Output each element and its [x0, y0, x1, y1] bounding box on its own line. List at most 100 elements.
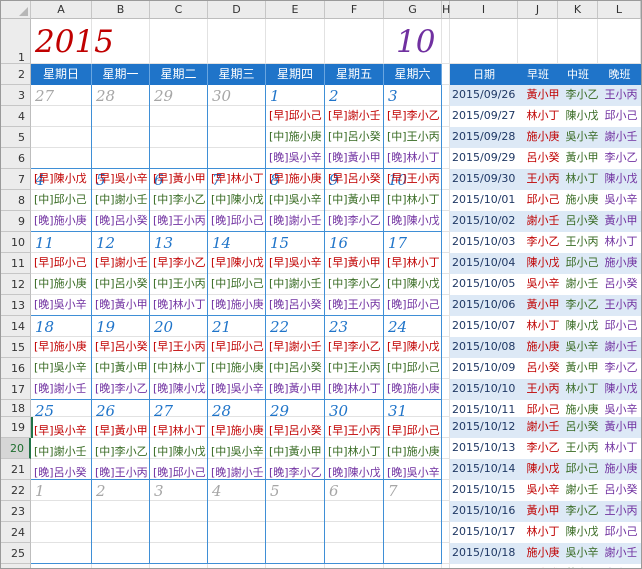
row-header-5[interactable]: 5 [1, 127, 31, 148]
roster-row[interactable]: 2015/09/26 黃小甲 李小乙 王小丙 [450, 85, 641, 106]
row-header-3[interactable]: 3 [1, 85, 31, 106]
calendar-day-cell[interactable]: 23 [早]李小乙 [中]王小丙 [晚]林小丁 [325, 316, 384, 400]
calendar-day-cell[interactable]: 2 [早]謝小壬 [中]呂小癸 [晚]黃小甲 [325, 85, 384, 169]
row-header-18[interactable]: 18 [1, 400, 31, 417]
roster-row[interactable]: 2015/10/18 施小庚 吳小辛 謝小壬 [450, 543, 641, 564]
calendar-day-cell[interactable]: 28 [92, 85, 150, 169]
roster-row[interactable]: 2015/09/29 呂小癸 黃小甲 李小乙 [450, 148, 641, 169]
calendar-day-cell[interactable]: 4 [早]陳小戊 [中]邱小己 [晚]施小庚 [31, 169, 92, 232]
calendar-day-cell[interactable]: 17 [早]林小丁 [中]陳小戊 [晚]邱小己 [384, 232, 442, 316]
roster-row[interactable]: 2015/10/03 李小乙 王小丙 林小丁 [450, 232, 641, 253]
calendar-day-cell[interactable]: 14 [早]陳小戊 [中]邱小己 [晚]施小庚 [208, 232, 266, 316]
column-header-e[interactable]: E [266, 1, 325, 19]
calendar-day-cell[interactable]: 24 [早]陳小戊 [中]邱小己 [晚]施小庚 [384, 316, 442, 400]
calendar-day-cell[interactable]: 9 [早]呂小癸 [中]黃小甲 [晚]李小乙 [325, 169, 384, 232]
roster-row[interactable]: 2015/09/30 王小丙 林小丁 陳小戊 [450, 169, 641, 190]
roster-row[interactable]: 2015/10/13 李小乙 王小丙 林小丁 [450, 438, 641, 459]
roster-row[interactable]: 2015/09/28 施小庚 吳小辛 謝小壬 [450, 127, 641, 148]
calendar-day-cell[interactable]: 28 [早]施小庚 [中]吳小辛 [晚]謝小壬 [208, 400, 266, 480]
row-header-6[interactable]: 6 [1, 148, 31, 169]
column-header-j[interactable]: J [518, 1, 558, 19]
row-header-19[interactable]: 19 [1, 417, 31, 438]
weekday-header[interactable]: 星期一 [92, 64, 150, 85]
column-header-d[interactable]: D [208, 1, 266, 19]
calendar-day-cell[interactable]: 10 [早]王小丙 [中]林小丁 [晚]陳小戊 [384, 169, 442, 232]
calendar-day-cell[interactable]: 7 [384, 480, 442, 564]
row-header-1[interactable]: 1 [1, 19, 31, 64]
calendar-day-cell[interactable]: 13 [早]李小乙 [中]王小丙 [晚]林小丁 [150, 232, 208, 316]
calendar-day-cell[interactable]: 31 [早]邱小己 [中]施小庚 [晚]吳小辛 [384, 400, 442, 480]
row-header-9[interactable]: 9 [1, 211, 31, 232]
weekday-header[interactable]: 星期四 [266, 64, 325, 85]
row-header-17[interactable]: 17 [1, 379, 31, 400]
calendar-day-cell[interactable]: 30 [208, 85, 266, 169]
roster-row[interactable]: 2015/10/05 吳小辛 謝小壬 呂小癸 [450, 274, 641, 295]
weekday-header[interactable]: 星期二 [150, 64, 208, 85]
row-header-13[interactable]: 13 [1, 295, 31, 316]
column-header-b[interactable]: B [92, 1, 150, 19]
row-header-23[interactable]: 23 [1, 501, 31, 522]
column-header-k[interactable]: K [558, 1, 598, 19]
calendar-day-cell[interactable]: 16 [早]黃小甲 [中]李小乙 [晚]王小丙 [325, 232, 384, 316]
row-header-26[interactable]: 26 [1, 564, 31, 568]
roster-row[interactable]: 2015/10/12 謝小壬 呂小癸 黃小甲 [450, 417, 641, 438]
calendar-day-cell[interactable]: 29 [150, 85, 208, 169]
row-header-14[interactable]: 14 [1, 316, 31, 337]
calendar-day-cell[interactable]: 18 [早]施小庚 [中]吳小辛 [晚]謝小壬 [31, 316, 92, 400]
calendar-day-cell[interactable]: 1 [早]邱小己 [中]施小庚 [晚]吳小辛 [266, 85, 325, 169]
weekday-header[interactable]: 星期五 [325, 64, 384, 85]
row-header-2[interactable]: 2 [1, 64, 31, 85]
calendar-day-cell[interactable]: 3 [150, 480, 208, 564]
row-header-24[interactable]: 24 [1, 522, 31, 543]
calendar-day-cell[interactable]: 27 [31, 85, 92, 169]
calendar-day-cell[interactable]: 20 [早]王小丙 [中]林小丁 [晚]陳小戊 [150, 316, 208, 400]
calendar-day-cell[interactable]: 21 [早]邱小己 [中]施小庚 [晚]吳小辛 [208, 316, 266, 400]
select-all-corner[interactable] [1, 1, 31, 19]
roster-row[interactable]: 2015/10/07 林小丁 陳小戊 邱小己 [450, 316, 641, 337]
calendar-day-cell[interactable]: 3 [早]李小乙 [中]王小丙 [晚]林小丁 [384, 85, 442, 169]
roster-header-morning[interactable]: 早班 [518, 64, 558, 85]
roster-row[interactable]: 2015/10/04 陳小戊 邱小己 施小庚 [450, 253, 641, 274]
row-header-21[interactable]: 21 [1, 459, 31, 480]
roster-row[interactable]: 2015/10/02 謝小壬 呂小癸 黃小甲 [450, 211, 641, 232]
calendar-day-cell[interactable]: 2 [92, 480, 150, 564]
row-header-4[interactable]: 4 [1, 106, 31, 127]
calendar-day-cell[interactable]: 8 [早]施小庚 [中]吳小辛 [晚]謝小壬 [266, 169, 325, 232]
row-header-7[interactable]: 7 [1, 169, 31, 190]
calendar-day-cell[interactable]: 5 [266, 480, 325, 564]
row-header-11[interactable]: 11 [1, 253, 31, 274]
column-header-i[interactable]: I [450, 1, 518, 19]
calendar-day-cell[interactable]: 7 [早]林小丁 [中]陳小戊 [晚]邱小己 [208, 169, 266, 232]
calendar-day-cell[interactable]: 27 [早]林小丁 [中]陳小戊 [晚]邱小己 [150, 400, 208, 480]
calendar-day-cell[interactable]: 6 [早]黃小甲 [中]李小乙 [晚]王小丙 [150, 169, 208, 232]
roster-row[interactable]: 2015/10/15 吳小辛 謝小壬 呂小癸 [450, 480, 641, 501]
row-header-15[interactable]: 15 [1, 337, 31, 358]
roster-row[interactable]: 2015/10/19呂小癸黃小甲李小乙 [450, 564, 641, 568]
row-header-10[interactable]: 10 [1, 232, 31, 253]
row-header-12[interactable]: 12 [1, 274, 31, 295]
roster-header-evening[interactable]: 晚班 [598, 64, 641, 85]
calendar-day-cell[interactable]: 30 [早]王小丙 [中]林小丁 [晚]陳小戊 [325, 400, 384, 480]
column-header-a[interactable]: A [31, 1, 92, 19]
calendar-day-cell[interactable]: 12 [早]謝小壬 [中]呂小癸 [晚]黃小甲 [92, 232, 150, 316]
row-header-20[interactable]: 20 [1, 438, 31, 459]
row-header-25[interactable]: 25 [1, 543, 31, 564]
calendar-day-cell[interactable]: 25 [早]吳小辛 [中]謝小壬 [晚]呂小癸 [31, 400, 92, 480]
roster-row[interactable]: 2015/10/09 呂小癸 黃小甲 李小乙 [450, 358, 641, 379]
calendar-day-cell[interactable]: 4 [208, 480, 266, 564]
row-header-22[interactable]: 22 [1, 480, 31, 501]
calendar-day-cell[interactable]: 19 [早]呂小癸 [中]黃小甲 [晚]李小乙 [92, 316, 150, 400]
weekday-header[interactable]: 星期六 [384, 64, 442, 85]
calendar-day-cell[interactable]: 22 [早]謝小壬 [中]呂小癸 [晚]黃小甲 [266, 316, 325, 400]
roster-row[interactable]: 2015/10/01 邱小己 施小庚 吳小辛 [450, 190, 641, 211]
calendar-month-title[interactable]: 10 [396, 23, 435, 61]
roster-row[interactable]: 2015/10/17 林小丁 陳小戊 邱小己 [450, 522, 641, 543]
roster-row[interactable]: 2015/10/08 施小庚 吳小辛 謝小壬 [450, 337, 641, 358]
column-header-g[interactable]: G [384, 1, 442, 19]
roster-row[interactable]: 2015/10/16 黃小甲 李小乙 王小丙 [450, 501, 641, 522]
calendar-day-cell[interactable]: 6 [325, 480, 384, 564]
roster-row[interactable]: 2015/09/27 林小丁 陳小戊 邱小己 [450, 106, 641, 127]
column-header-l[interactable]: L [598, 1, 641, 19]
calendar-day-cell[interactable]: 5 [早]吳小辛 [中]謝小壬 [晚]呂小癸 [92, 169, 150, 232]
roster-row[interactable]: 2015/10/14 陳小戊 邱小己 施小庚 [450, 459, 641, 480]
